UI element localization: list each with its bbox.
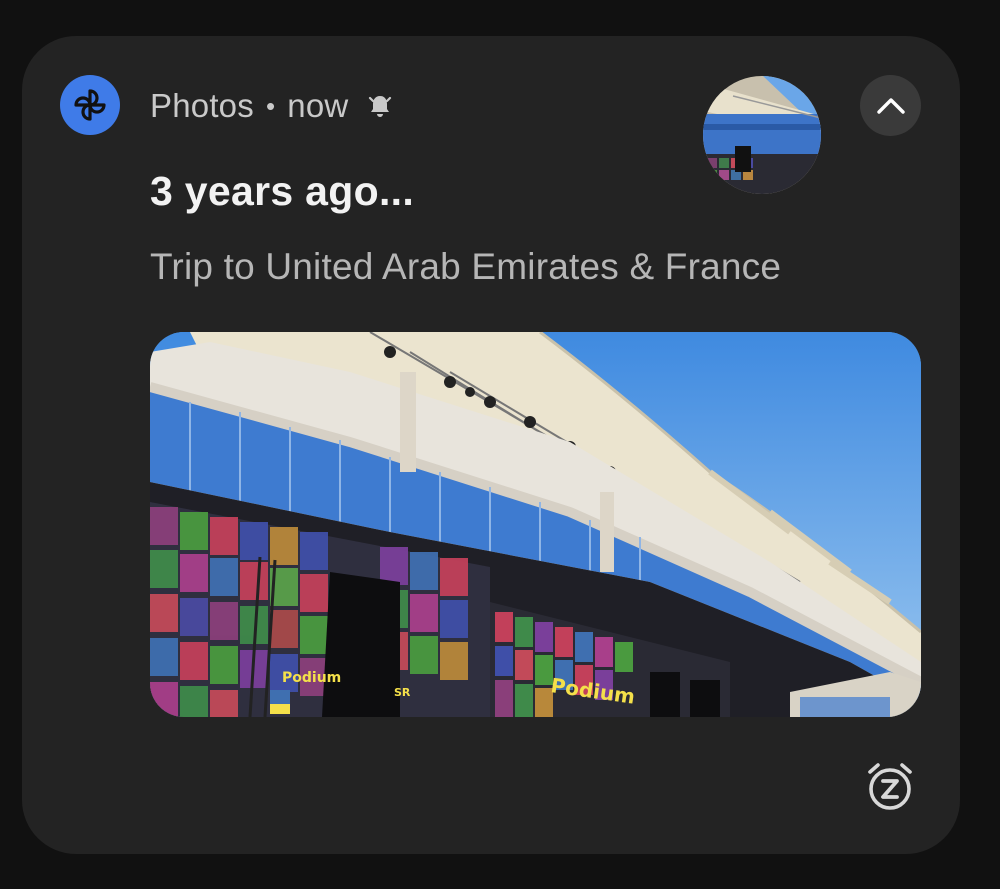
thumbnail-image — [703, 76, 821, 194]
notification-subtitle: Trip to United Arab Emirates & France — [150, 246, 782, 287]
sr-label: SR — [394, 686, 411, 699]
photos-app-icon — [60, 75, 120, 135]
notification-photo[interactable]: Podium SR Podium — [150, 332, 921, 717]
pinwheel-icon — [74, 89, 106, 121]
bell-icon — [366, 92, 394, 120]
snooze-button[interactable] — [862, 758, 918, 814]
notification-title: 3 years ago... — [150, 168, 415, 214]
chevron-up-icon — [876, 97, 905, 114]
app-name: Photos — [150, 87, 254, 124]
collapse-button[interactable] — [860, 75, 921, 136]
header-separator: • — [265, 90, 276, 121]
notification-header: Photos • now — [150, 84, 394, 128]
screen: Photos • now 3 years ago... Trip to Unit… — [0, 0, 1000, 889]
timestamp: now — [287, 87, 349, 124]
snooze-icon — [868, 763, 912, 810]
podium-label-left: Podium — [282, 670, 341, 686]
